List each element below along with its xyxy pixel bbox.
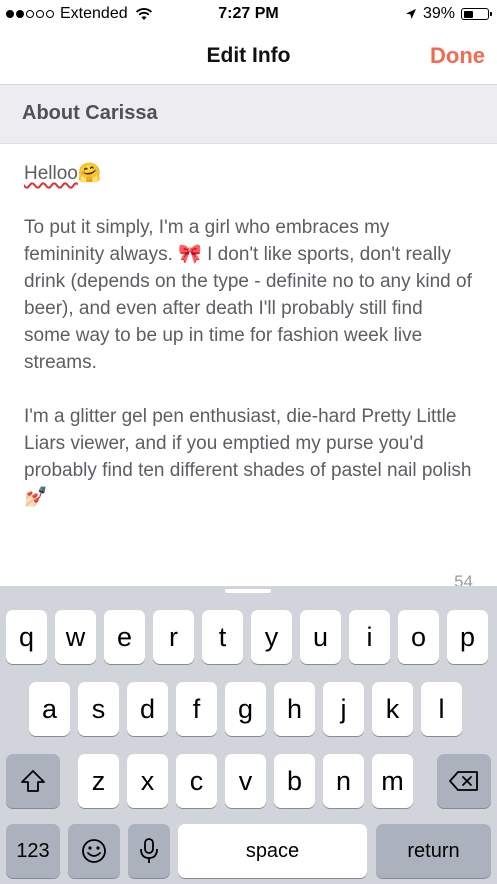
ribbon-emoji: 🎀 xyxy=(178,244,202,265)
battery-percent: 39% xyxy=(422,5,455,22)
delete-backspace-icon xyxy=(449,771,478,791)
key-z[interactable]: z xyxy=(78,754,119,808)
keyboard-grabber xyxy=(225,589,271,593)
key-l[interactable]: l xyxy=(421,682,462,736)
key-j[interactable]: j xyxy=(323,682,364,736)
key-g[interactable]: g xyxy=(225,682,266,736)
key-f[interactable]: f xyxy=(176,682,217,736)
key-y[interactable]: y xyxy=(251,610,292,664)
status-bar: Extended 7:27 PM 39% xyxy=(0,0,497,30)
keyboard: q w e r t y u i o p a s d f g h j k l z … xyxy=(0,586,497,884)
key-s[interactable]: s xyxy=(78,682,119,736)
key-e[interactable]: e xyxy=(104,610,145,664)
key-p[interactable]: p xyxy=(447,610,488,664)
key-o[interactable]: o xyxy=(398,610,439,664)
key-n[interactable]: n xyxy=(323,754,364,808)
return-key[interactable]: return xyxy=(376,824,491,878)
shift-arrow-icon xyxy=(21,770,45,792)
section-header: About Carissa xyxy=(0,85,497,144)
section-title: About Carissa xyxy=(22,102,158,124)
location-arrow-icon xyxy=(405,9,416,19)
key-x[interactable]: x xyxy=(127,754,168,808)
navigation-bar: Edit Info Done xyxy=(0,30,497,85)
key-m[interactable]: m xyxy=(372,754,413,808)
key-r[interactable]: r xyxy=(153,610,194,664)
key-a[interactable]: a xyxy=(29,682,70,736)
backspace-key[interactable] xyxy=(437,754,491,808)
emoji-smiley-icon xyxy=(82,839,106,863)
key-u[interactable]: u xyxy=(300,610,341,664)
key-t[interactable]: t xyxy=(202,610,243,664)
space-key[interactable]: space xyxy=(178,824,367,878)
hugging-face-emoji: 🤗 xyxy=(77,163,102,184)
done-button[interactable]: Done xyxy=(430,43,485,69)
bio-text: Helloo🤗 To put it simply, I'm a girl who… xyxy=(24,160,474,511)
emoji-key[interactable] xyxy=(68,824,120,878)
bio-paragraph-2: I'm a glitter gel pen enthusiast, die-ha… xyxy=(24,406,477,481)
key-k[interactable]: k xyxy=(372,682,413,736)
dictation-key[interactable] xyxy=(128,824,170,878)
key-d[interactable]: d xyxy=(127,682,168,736)
microphone-icon xyxy=(140,838,158,863)
bio-textarea[interactable]: Helloo🤗 To put it simply, I'm a girl who… xyxy=(0,144,497,591)
key-b[interactable]: b xyxy=(274,754,315,808)
key-i[interactable]: i xyxy=(349,610,390,664)
page-title: Edit Info xyxy=(206,44,291,67)
key-c[interactable]: c xyxy=(176,754,217,808)
numbers-key[interactable]: 123 xyxy=(6,824,60,878)
key-q[interactable]: q xyxy=(6,610,47,664)
shift-key[interactable] xyxy=(6,754,60,808)
misspelled-word: Helloo xyxy=(24,163,78,184)
key-w[interactable]: w xyxy=(55,610,96,664)
key-h[interactable]: h xyxy=(274,682,315,736)
battery-icon xyxy=(461,8,492,20)
key-v[interactable]: v xyxy=(225,754,266,808)
nail-polish-emoji: 💅🏻 xyxy=(24,487,48,508)
